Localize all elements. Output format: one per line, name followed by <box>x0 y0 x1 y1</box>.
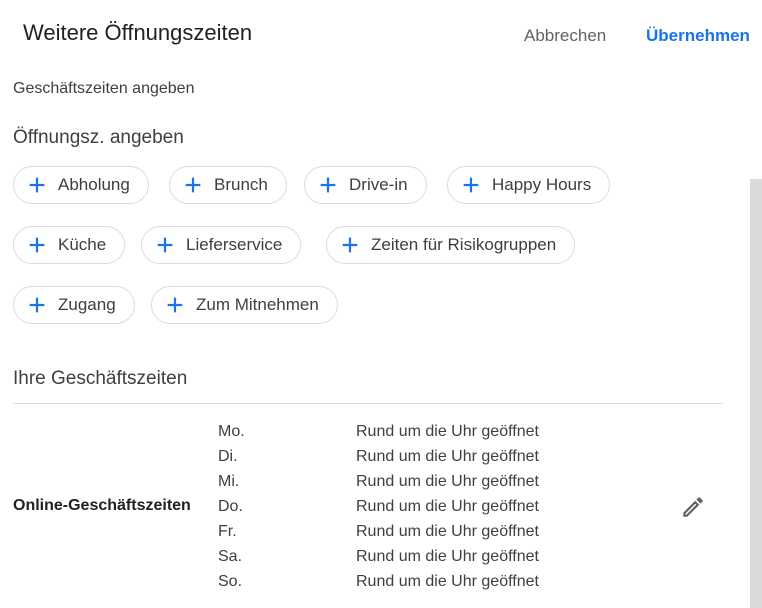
plus-icon <box>29 237 45 253</box>
hours-list: Rund um die Uhr geöffnet Rund um die Uhr… <box>356 422 539 597</box>
day-label: Do. <box>218 498 243 515</box>
plus-icon <box>157 237 173 253</box>
day-label: Mo. <box>218 423 245 440</box>
chip-label: Drive-in <box>349 175 408 194</box>
chip-kueche[interactable]: Küche <box>13 226 126 264</box>
plus-icon <box>167 297 183 313</box>
cancel-button[interactable]: Abbrechen <box>524 26 606 46</box>
plus-icon <box>463 177 479 193</box>
hours-value: Rund um die Uhr geöffnet <box>356 498 539 515</box>
chip-label: Zeiten für Risikogruppen <box>371 235 557 254</box>
plus-icon <box>29 297 45 313</box>
online-hours-label: Online-Geschäftszeiten <box>13 497 191 514</box>
chip-zugang[interactable]: Zugang <box>13 286 135 324</box>
chip-label: Happy Hours <box>492 175 592 194</box>
plus-icon <box>342 237 358 253</box>
day-label: Sa. <box>218 548 243 565</box>
chip-zeiten-fuer-risikogruppen[interactable]: Zeiten für Risikogruppen <box>326 226 576 264</box>
chip-brunch[interactable]: Brunch <box>169 166 287 204</box>
apply-button[interactable]: Übernehmen <box>646 26 750 46</box>
opening-hours-section-title: Öffnungsz. angeben <box>13 127 184 148</box>
plus-icon <box>185 177 201 193</box>
day-label: Mi. <box>218 473 240 490</box>
hours-value: Rund um die Uhr geöffnet <box>356 548 539 565</box>
day-label: Di. <box>218 448 238 465</box>
chip-label: Brunch <box>214 175 268 194</box>
business-hours-subtitle: Geschäftszeiten angeben <box>13 80 195 97</box>
chip-abholung[interactable]: Abholung <box>13 166 149 204</box>
chip-label: Zugang <box>58 295 116 314</box>
chip-label: Lieferservice <box>186 235 283 254</box>
chip-label: Küche <box>58 235 107 254</box>
your-business-hours-title: Ihre Geschäftszeiten <box>13 368 188 389</box>
divider <box>13 403 723 404</box>
dialog-title: Weitere Öffnungszeiten <box>23 20 253 45</box>
plus-icon <box>320 177 336 193</box>
chip-zum-mitnehmen[interactable]: Zum Mitnehmen <box>151 286 338 324</box>
scrollbar[interactable] <box>750 179 762 608</box>
chip-drive-in[interactable]: Drive-in <box>304 166 427 204</box>
chip-happy-hours[interactable]: Happy Hours <box>447 166 611 204</box>
plus-icon <box>29 177 45 193</box>
hours-value: Rund um die Uhr geöffnet <box>356 473 539 490</box>
pencil-icon[interactable] <box>680 494 706 520</box>
hours-value: Rund um die Uhr geöffnet <box>356 573 539 590</box>
chip-label: Abholung <box>58 175 130 194</box>
hours-value: Rund um die Uhr geöffnet <box>356 448 539 465</box>
day-list: Mo. Di. Mi. Do. Fr. Sa. So. <box>218 422 245 597</box>
day-label: So. <box>218 573 243 590</box>
hours-value: Rund um die Uhr geöffnet <box>356 423 539 440</box>
chip-label: Zum Mitnehmen <box>196 295 319 314</box>
chip-lieferservice[interactable]: Lieferservice <box>141 226 302 264</box>
day-label: Fr. <box>218 523 237 540</box>
hours-value: Rund um die Uhr geöffnet <box>356 523 539 540</box>
